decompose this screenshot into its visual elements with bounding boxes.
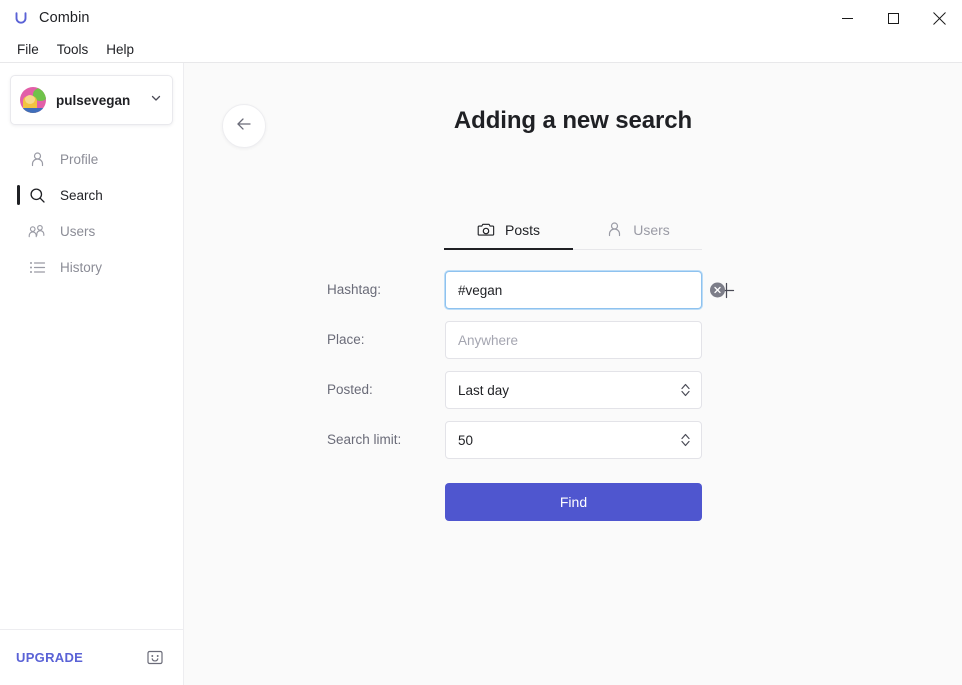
- place-input[interactable]: [445, 321, 702, 359]
- chevron-down-icon: [150, 91, 162, 109]
- posted-select[interactable]: Last day: [445, 371, 702, 409]
- sidebar-item-label: History: [60, 259, 103, 275]
- avatar: [20, 87, 46, 113]
- place-label: Place:: [327, 332, 365, 347]
- menu-item-tools[interactable]: Tools: [48, 39, 98, 60]
- posted-label: Posted:: [327, 382, 373, 397]
- menu-bar: File Tools Help: [0, 36, 962, 63]
- title-bar-left: Combin: [0, 9, 90, 28]
- sidebar-item-label: Search: [60, 187, 103, 203]
- maximize-button[interactable]: [870, 0, 916, 36]
- search-form: Hashtag: #vegan Place: Anywhere Posted: …: [327, 271, 747, 521]
- tab-users[interactable]: Users: [573, 210, 702, 249]
- person-icon: [605, 221, 623, 239]
- posted-field-wrap: Last day: [445, 371, 702, 409]
- camera-icon: [477, 221, 495, 239]
- sidebar-item-label: Profile: [60, 151, 99, 167]
- sidebar-footer: UPGRADE: [0, 629, 183, 685]
- app-window: Combin File Tools Help pulsevegan Profil…: [0, 0, 962, 685]
- account-name: pulsevegan: [56, 92, 131, 108]
- sidebar-nav: Profile Search Users History: [0, 141, 183, 285]
- menu-item-help[interactable]: Help: [97, 39, 143, 60]
- tab-posts[interactable]: Posts: [444, 210, 573, 250]
- sidebar-item-profile[interactable]: Profile: [0, 141, 183, 177]
- search-icon: [28, 186, 46, 204]
- page-title: Adding a new search: [453, 107, 693, 134]
- app-title: Combin: [39, 10, 90, 26]
- main-content: Adding a new search Posts Users Hashtag:…: [184, 63, 962, 685]
- close-button[interactable]: [916, 0, 962, 36]
- title-bar: Combin: [0, 0, 962, 36]
- hashtag-field-wrap: [445, 271, 736, 309]
- sidebar-item-users[interactable]: Users: [0, 213, 183, 249]
- window-controls: [824, 0, 962, 36]
- tab-label: Posts: [504, 221, 540, 238]
- upgrade-button[interactable]: UPGRADE: [16, 650, 83, 665]
- form-row-hashtag: Hashtag:: [327, 271, 747, 309]
- find-button[interactable]: Find: [445, 483, 702, 521]
- combin-logo-icon: [11, 9, 30, 28]
- form-row-posted: Posted: Last day: [327, 371, 747, 409]
- clear-circle-icon[interactable]: [710, 282, 725, 298]
- list-icon: [28, 258, 46, 276]
- search-type-tabs: Posts Users: [444, 210, 702, 250]
- form-row-place: Place:: [327, 321, 747, 359]
- search-limit-field-wrap: 50: [445, 421, 702, 459]
- hashtag-label: Hashtag:: [327, 282, 382, 297]
- person-icon: [28, 150, 46, 168]
- search-limit-label: Search limit:: [327, 432, 402, 447]
- form-row-search-limit: Search limit: 50: [327, 421, 747, 459]
- smiley-chat-icon[interactable]: [145, 648, 165, 668]
- tab-label: Users: [633, 221, 670, 238]
- sidebar-item-label: Users: [60, 223, 96, 239]
- sidebar: pulsevegan Profile Search Users History …: [0, 63, 184, 685]
- search-limit-select[interactable]: 50: [445, 421, 702, 459]
- app-body: pulsevegan Profile Search Users History …: [0, 63, 962, 685]
- sidebar-item-search[interactable]: Search: [0, 177, 183, 213]
- minimize-button[interactable]: [824, 0, 870, 36]
- people-icon: [28, 222, 46, 240]
- account-selector[interactable]: pulsevegan: [10, 75, 173, 125]
- menu-item-file[interactable]: File: [8, 39, 48, 60]
- hashtag-input[interactable]: [445, 271, 702, 309]
- place-field-wrap: [445, 321, 702, 359]
- sidebar-item-history[interactable]: History: [0, 249, 183, 285]
